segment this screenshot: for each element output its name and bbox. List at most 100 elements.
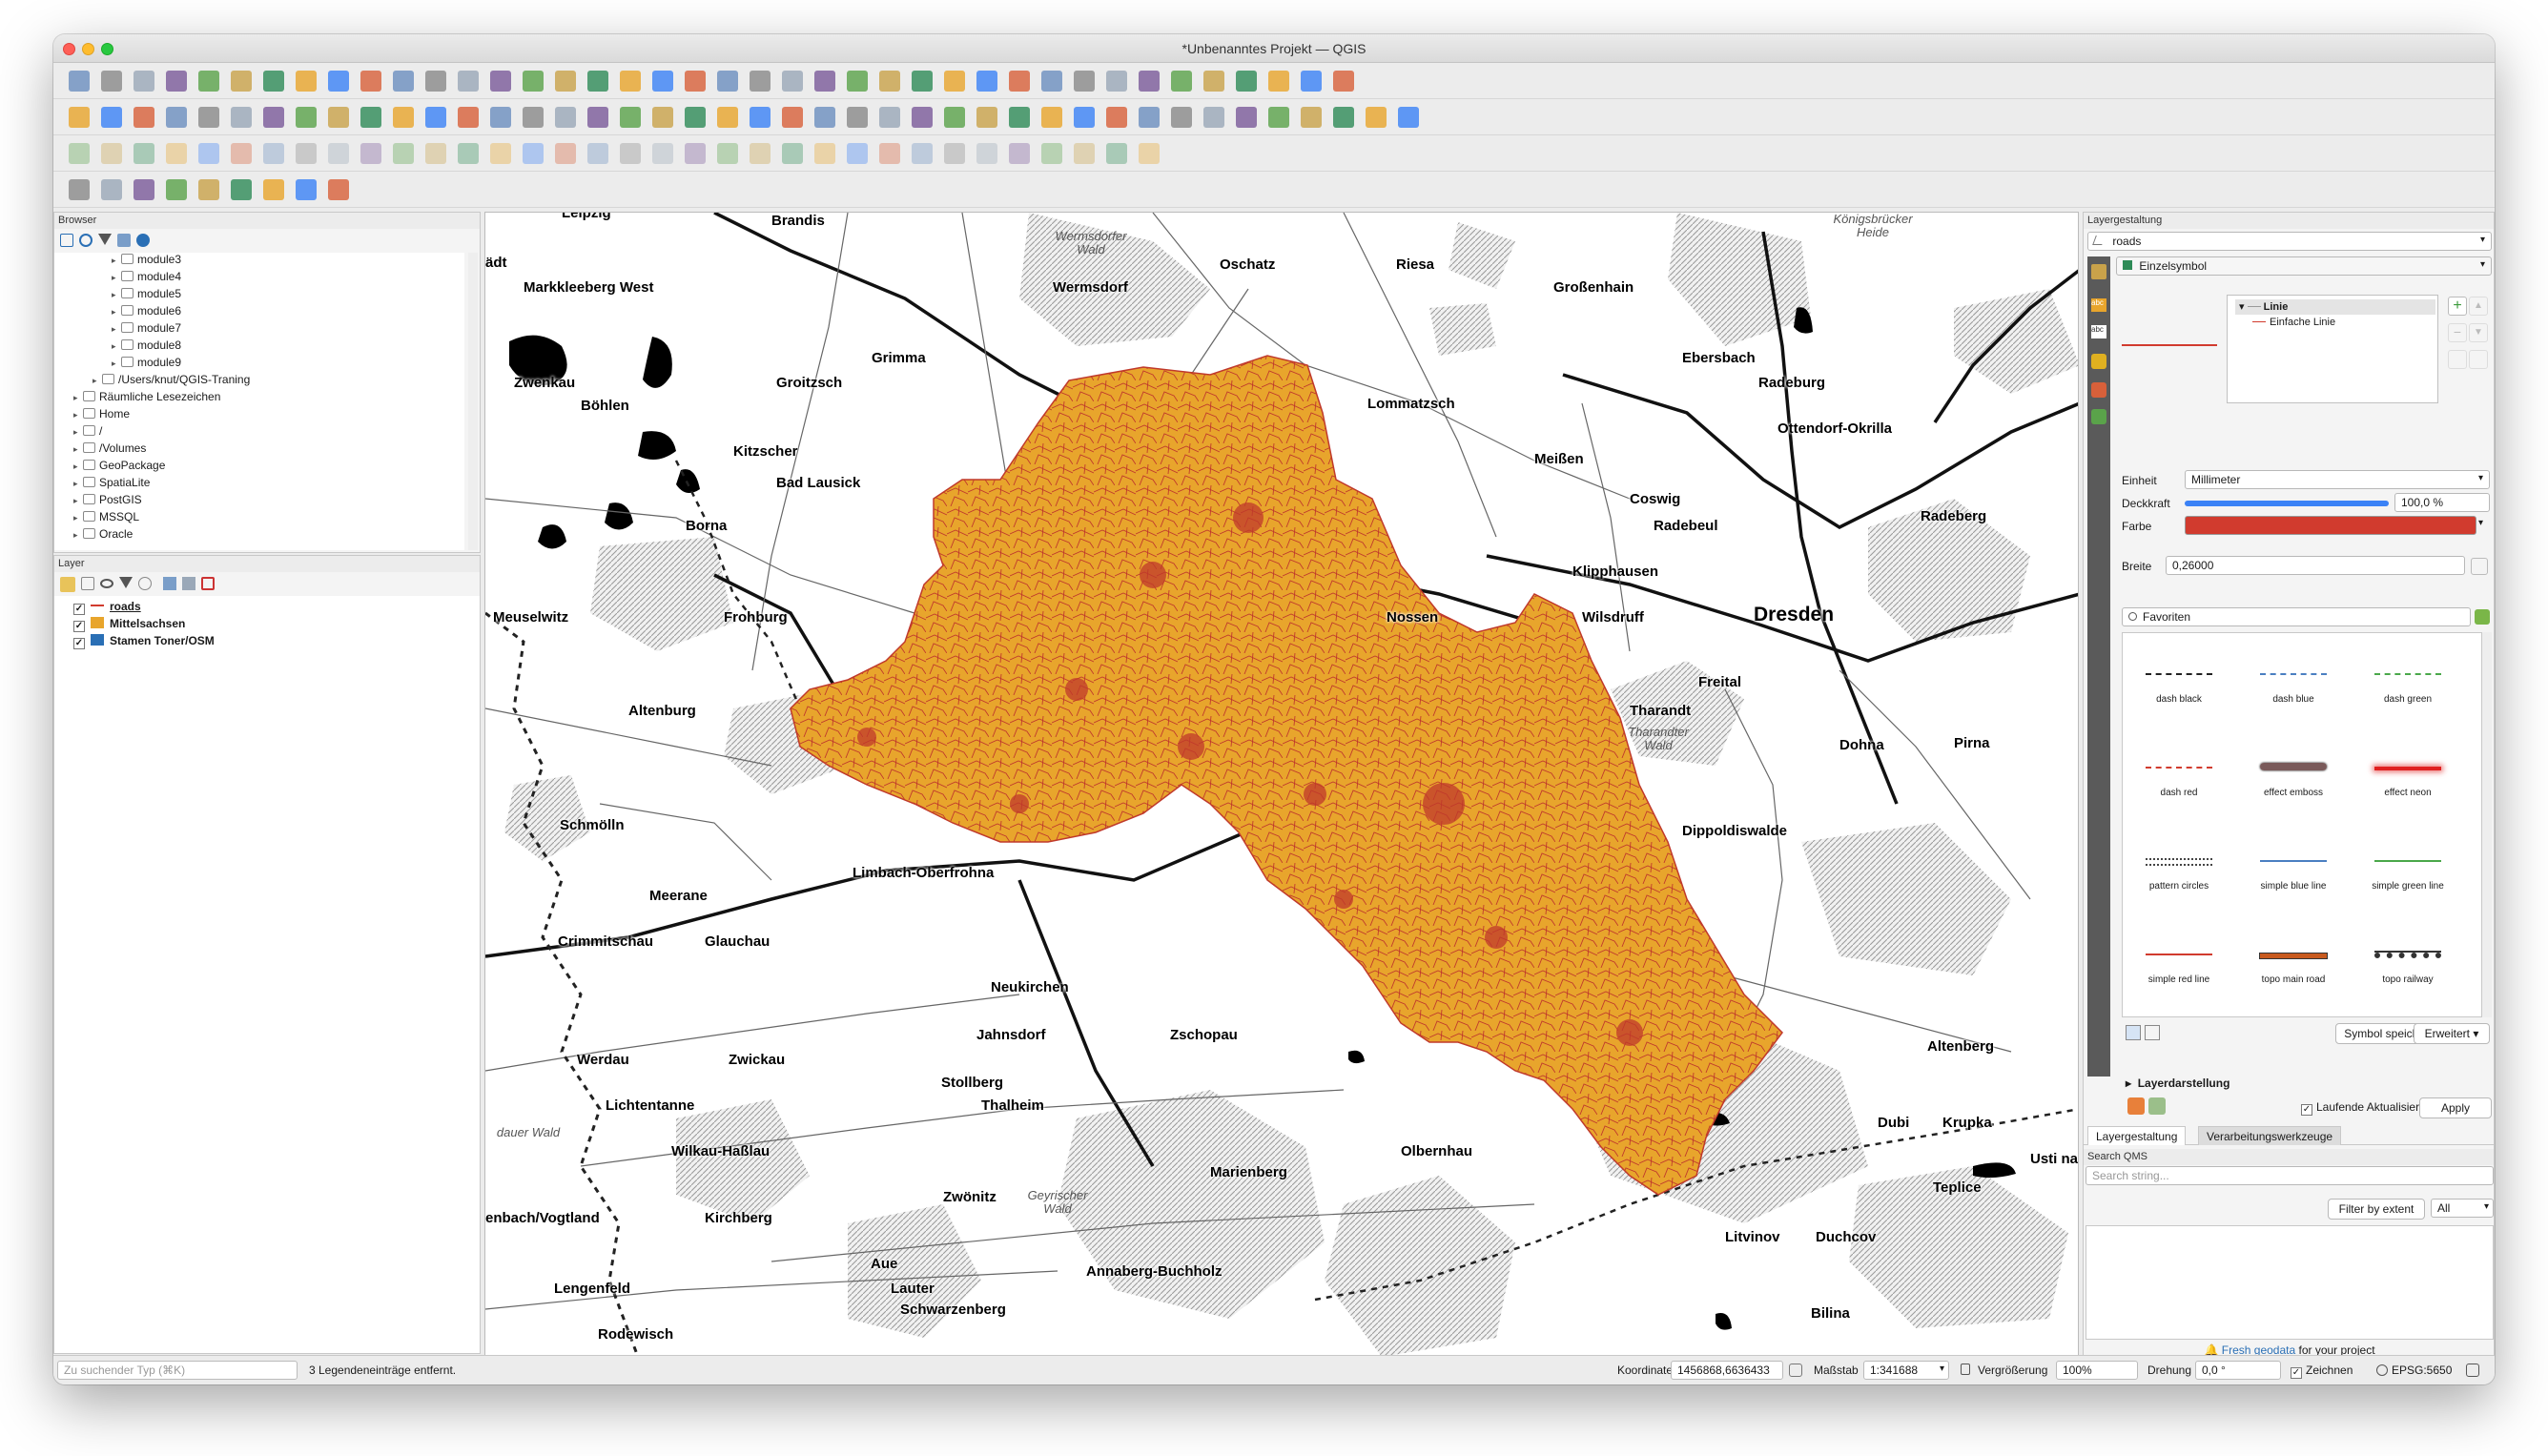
chevron-right-icon[interactable]: ▸	[112, 290, 121, 300]
toolbar-tool-icon[interactable]	[328, 179, 349, 200]
toolbar-tool-icon[interactable]	[101, 143, 122, 164]
toolbar-tool-icon[interactable]	[912, 107, 933, 128]
browser-item[interactable]: ▸ module9	[112, 356, 181, 369]
toolbar-tool-icon[interactable]	[782, 107, 803, 128]
toolbar-tool-icon[interactable]	[101, 179, 122, 200]
browser-item[interactable]: ▸ /Users/knut/QGIS-Traning	[92, 373, 250, 386]
toolbar-tool-icon[interactable]	[198, 71, 219, 92]
browser-item[interactable]: ▸ Home	[73, 407, 130, 420]
chevron-right-icon[interactable]: ▸	[112, 324, 121, 335]
toolbar-tool-icon[interactable]	[296, 143, 317, 164]
symbol-swatch[interactable]: dash black	[2132, 637, 2226, 728]
toolbar-tool-icon[interactable]	[1009, 71, 1030, 92]
toolbar-tool-icon[interactable]	[555, 71, 576, 92]
symbol-swatch[interactable]: dash blue	[2247, 637, 2340, 728]
toolbar-tool-icon[interactable]	[231, 107, 252, 128]
open-style-icon[interactable]	[60, 577, 75, 592]
icon-view-icon[interactable]	[2126, 1025, 2141, 1040]
toolbar-tool-icon[interactable]	[1301, 71, 1322, 92]
browser-item[interactable]: ▸ module4	[112, 270, 181, 283]
toolbar-tool-icon[interactable]	[1074, 71, 1095, 92]
chevron-right-icon[interactable]: ▸	[112, 273, 121, 283]
advanced-button[interactable]: Erweitert ▾	[2414, 1023, 2490, 1044]
toolbar-tool-icon[interactable]	[1106, 107, 1127, 128]
toolbar-tool-icon[interactable]	[1366, 107, 1387, 128]
chevron-right-icon[interactable]: ▸	[73, 530, 83, 541]
browser-scrollbar[interactable]	[468, 253, 478, 550]
tab-layer-styling[interactable]: Layergestaltung	[2087, 1126, 2187, 1145]
toolbar-tool-icon[interactable]	[296, 179, 317, 200]
toolbar-tool-icon[interactable]	[879, 107, 900, 128]
toolbar-tool-icon[interactable]	[717, 107, 738, 128]
add-symbol-layer-icon[interactable]: +	[2448, 297, 2467, 316]
browser-item[interactable]: ▸ SpatiaLite	[73, 476, 150, 489]
renderer-select[interactable]: Einzelsymbol ▾	[2116, 256, 2492, 276]
toolbar-tool-icon[interactable]	[1301, 107, 1322, 128]
toolbar-tool-icon[interactable]	[166, 143, 187, 164]
toolbar-tool-icon[interactable]	[523, 71, 544, 92]
toolbar-tool-icon[interactable]	[166, 71, 187, 92]
chevron-right-icon[interactable]: ▸	[73, 479, 83, 489]
toolbar-tool-icon[interactable]	[1236, 71, 1257, 92]
toolbar-tool-icon[interactable]	[1041, 143, 1062, 164]
redo-icon[interactable]	[2148, 1097, 2166, 1115]
data-defined-override-icon[interactable]	[2471, 558, 2488, 575]
width-field[interactable]: 0,26000	[2166, 556, 2465, 575]
browser-item[interactable]: ▸ Räumliche Lesezeichen	[73, 390, 220, 403]
toolbar-tool-icon[interactable]	[976, 71, 997, 92]
map-canvas[interactable]: Brandis Oschatz Riesa Wermsdorf Markkleeberg…	[484, 212, 2079, 1356]
toolbar-tool-icon[interactable]	[523, 107, 544, 128]
chevron-right-icon[interactable]: ▸	[112, 341, 121, 352]
undo-icon[interactable]	[2127, 1097, 2145, 1115]
toolbar-tool-icon[interactable]	[263, 71, 284, 92]
toolbar-tool-icon[interactable]	[847, 143, 868, 164]
toolbar-tool-icon[interactable]	[685, 143, 706, 164]
browser-item[interactable]: ▸ MSSQL	[73, 510, 139, 523]
chevron-right-icon[interactable]: ▸	[73, 513, 83, 523]
toolbar-tool-icon[interactable]	[685, 71, 706, 92]
toolbar-tool-icon[interactable]	[1398, 107, 1419, 128]
browser-item[interactable]: ▸ module3	[112, 253, 181, 266]
toolbar-tool-icon[interactable]	[620, 107, 641, 128]
style-manager-icon[interactable]	[2475, 609, 2490, 625]
toolbar-tool-icon[interactable]	[458, 107, 479, 128]
chevron-right-icon[interactable]: ▸	[112, 256, 121, 266]
toolbar-tool-icon[interactable]	[814, 143, 835, 164]
toolbar-tool-icon[interactable]	[587, 107, 608, 128]
toolbar-tool-icon[interactable]	[360, 71, 381, 92]
symbol-swatch[interactable]: topo main road	[2247, 917, 2340, 1009]
toolbar-tool-icon[interactable]	[134, 107, 154, 128]
toolbar-tool-icon[interactable]	[620, 143, 641, 164]
coordinate-field[interactable]: 1456868,6636433	[1671, 1361, 1783, 1380]
toolbar-tool-icon[interactable]	[912, 143, 933, 164]
gallery-scrollbar[interactable]	[2482, 632, 2492, 1017]
chevron-right-icon[interactable]: ▸	[73, 410, 83, 420]
chevron-right-icon[interactable]: ▸	[73, 393, 83, 403]
toolbar-tool-icon[interactable]	[69, 143, 90, 164]
browser-item[interactable]: ▸ module5	[112, 287, 181, 300]
toolbar-tool-icon[interactable]	[1074, 107, 1095, 128]
toolbar-tool-icon[interactable]	[782, 71, 803, 92]
toolbar-tool-icon[interactable]	[1009, 143, 1030, 164]
toolbar-tool-icon[interactable]	[393, 143, 414, 164]
browser-item[interactable]: ▸ /Volumes	[73, 441, 146, 455]
symbol-tree-root[interactable]: ▾ Linie	[2235, 299, 2435, 315]
toolbar-tool-icon[interactable]	[328, 107, 349, 128]
browser-item[interactable]: ▸ /	[73, 424, 102, 438]
chevron-right-icon[interactable]: ▸	[73, 496, 83, 506]
toolbar-tool-icon[interactable]	[134, 143, 154, 164]
masks-tab-icon[interactable]: abc	[2091, 325, 2106, 338]
duplicate-icon[interactable]	[2448, 350, 2467, 369]
toolbar-tool-icon[interactable]	[1333, 71, 1354, 92]
toolbar-tool-icon[interactable]	[944, 71, 965, 92]
apply-button[interactable]: Apply	[2419, 1097, 2492, 1118]
toolbar-tool-icon[interactable]	[750, 71, 771, 92]
crs-button[interactable]: EPSG:5650	[2376, 1364, 2452, 1377]
visibility-icon[interactable]	[100, 579, 113, 588]
browser-item[interactable]: ▸ module8	[112, 338, 181, 352]
toolbar-tool-icon[interactable]	[166, 179, 187, 200]
toolbar-tool-icon[interactable]	[69, 71, 90, 92]
color-button[interactable]	[2185, 516, 2476, 535]
toolbar-tool-icon[interactable]	[328, 143, 349, 164]
toolbar-tool-icon[interactable]	[134, 71, 154, 92]
